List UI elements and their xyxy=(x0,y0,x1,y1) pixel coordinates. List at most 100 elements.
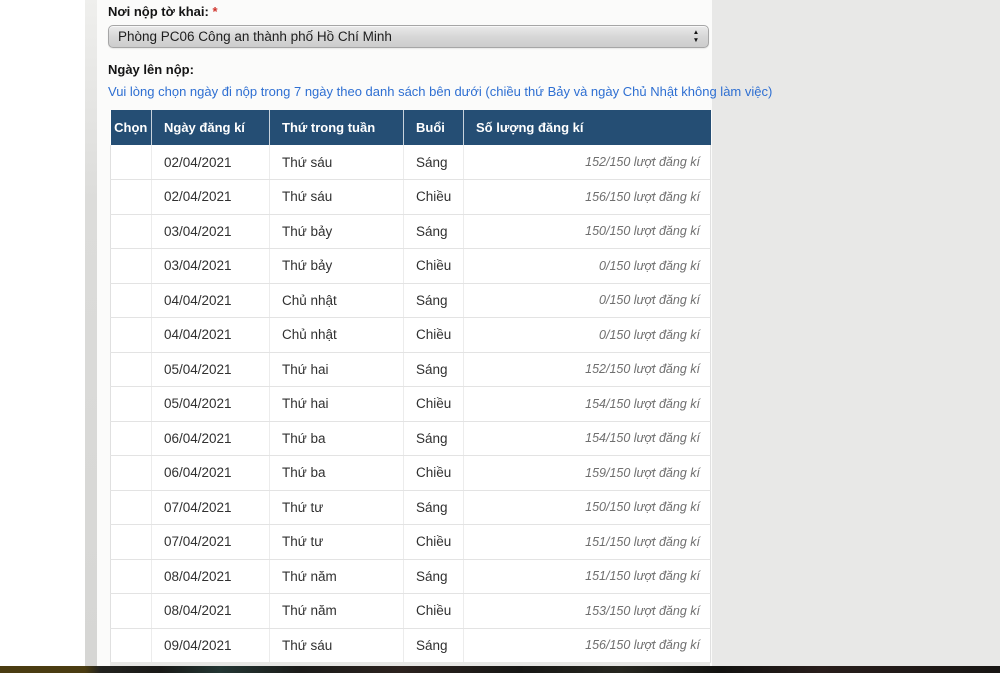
submission-place-value: Phòng PC06 Công an thành phố Hồ Chí Minh xyxy=(118,29,392,44)
session-cell: Chiều xyxy=(403,593,464,629)
bottom-dark-strip xyxy=(0,666,1000,673)
choose-cell[interactable] xyxy=(110,352,152,387)
schedule-row[interactable]: 07/04/2021 Thứ tư Chiều 151/150 lượt đăn… xyxy=(110,524,711,560)
schedule-row[interactable]: 03/04/2021 Thứ bảy Sáng 150/150 lượt đăn… xyxy=(110,214,711,249)
session-cell: Sáng xyxy=(403,490,464,525)
place-label-text: Nơi nộp tờ khai: xyxy=(108,4,209,19)
submission-place-select[interactable]: Phòng PC06 Công an thành phố Hồ Chí Minh… xyxy=(108,25,709,48)
choose-cell[interactable] xyxy=(110,490,152,525)
choose-cell[interactable] xyxy=(110,248,152,284)
session-cell: Sáng xyxy=(403,145,464,180)
count-cell: 150/150 lượt đăng kí xyxy=(463,490,711,525)
choose-cell[interactable] xyxy=(110,455,152,491)
session-cell: Sáng xyxy=(403,283,464,318)
stepper-down-glyph: ▼ xyxy=(692,36,700,44)
schedule-row[interactable]: 09/04/2021 Thứ sáu Sáng 156/150 lượt đăn… xyxy=(110,628,711,663)
schedule-row[interactable]: 03/04/2021 Thứ bảy Chiều 0/150 lượt đăng… xyxy=(110,248,711,284)
header-cell: Số lượng đăng kí xyxy=(463,110,711,145)
date-cell: 05/04/2021 xyxy=(151,386,270,422)
choose-cell[interactable] xyxy=(110,145,152,180)
page: Nơi nộp tờ khai: * Phòng PC06 Công an th… xyxy=(0,0,1000,673)
weekday-cell: Thứ hai xyxy=(269,352,404,387)
session-cell: Chiều xyxy=(403,179,464,215)
stepper-up-glyph: ▲ xyxy=(692,29,700,36)
date-cell: 06/04/2021 xyxy=(151,455,270,491)
choose-cell[interactable] xyxy=(110,214,152,249)
schedule-row[interactable]: 06/04/2021 Thứ ba Chiều 159/150 lượt đăn… xyxy=(110,455,711,491)
schedule-row[interactable]: 04/04/2021 Chủ nhật Sáng 0/150 lượt đăng… xyxy=(110,283,711,318)
weekday-cell: Thứ hai xyxy=(269,386,404,422)
header-cell: Ngày đăng kí xyxy=(151,110,270,145)
session-cell: Chiều xyxy=(403,524,464,560)
schedule-row[interactable]: 05/04/2021 Thứ hai Sáng 152/150 lượt đăn… xyxy=(110,352,711,387)
weekday-cell: Thứ ba xyxy=(269,421,404,456)
header-cell: Thứ trong tuần xyxy=(269,110,404,145)
schedule-row[interactable]: 05/04/2021 Thứ hai Chiều 154/150 lượt đă… xyxy=(110,386,711,422)
session-cell: Sáng xyxy=(403,628,464,663)
choose-cell[interactable] xyxy=(110,421,152,456)
count-cell: 159/150 lượt đăng kí xyxy=(463,455,711,491)
schedule-row[interactable]: 08/04/2021 Thứ năm Sáng 151/150 lượt đăn… xyxy=(110,559,711,594)
select-stepper-icon: ▲ ▼ xyxy=(689,29,703,44)
choose-cell[interactable] xyxy=(110,386,152,422)
session-cell: Chiều xyxy=(403,386,464,422)
weekday-cell: Thứ ba xyxy=(269,455,404,491)
date-cell: 02/04/2021 xyxy=(151,179,270,215)
place-label: Nơi nộp tờ khai: * xyxy=(108,4,218,19)
weekday-cell: Thứ bảy xyxy=(269,248,404,284)
weekday-cell: Thứ sáu xyxy=(269,628,404,663)
date-cell: 08/04/2021 xyxy=(151,559,270,594)
count-cell: 154/150 lượt đăng kí xyxy=(463,386,711,422)
count-cell: 153/150 lượt đăng kí xyxy=(463,593,711,629)
schedule-table-body: 02/04/2021 Thứ sáu Sáng 152/150 lượt đăn… xyxy=(110,145,711,663)
weekday-cell: Thứ bảy xyxy=(269,214,404,249)
date-cell: 04/04/2021 xyxy=(151,317,270,353)
weekday-cell: Thứ tư xyxy=(269,490,404,525)
count-cell: 0/150 lượt đăng kí xyxy=(463,283,711,318)
session-cell: Sáng xyxy=(403,352,464,387)
date-label: Ngày lên nộp: xyxy=(108,62,194,77)
schedule-table: Chọn Ngày đăng kí Thứ trong tuần Buổi Số lượ… xyxy=(110,110,711,663)
count-cell: 0/150 lượt đăng kí xyxy=(463,317,711,353)
page-background xyxy=(712,0,1000,666)
weekday-cell: Chủ nhật xyxy=(269,283,404,318)
schedule-row[interactable]: 02/04/2021 Thứ sáu Sáng 152/150 lượt đăn… xyxy=(110,145,711,180)
count-cell: 151/150 lượt đăng kí xyxy=(463,524,711,560)
schedule-row[interactable]: 02/04/2021 Thứ sáu Chiều 156/150 lượt đă… xyxy=(110,179,711,215)
schedule-row[interactable]: 08/04/2021 Thứ năm Chiều 153/150 lượt đă… xyxy=(110,593,711,629)
choose-cell[interactable] xyxy=(110,179,152,215)
weekday-cell: Thứ sáu xyxy=(269,145,404,180)
date-cell: 04/04/2021 xyxy=(151,283,270,318)
count-cell: 154/150 lượt đăng kí xyxy=(463,421,711,456)
weekday-cell: Thứ sáu xyxy=(269,179,404,215)
choose-cell[interactable] xyxy=(110,283,152,318)
schedule-table-header: Chọn Ngày đăng kí Thứ trong tuần Buổi Số lượ… xyxy=(110,110,711,145)
date-cell: 09/04/2021 xyxy=(151,628,270,663)
weekday-cell: Thứ tư xyxy=(269,524,404,560)
count-cell: 156/150 lượt đăng kí xyxy=(463,628,711,663)
choose-cell[interactable] xyxy=(110,317,152,353)
weekday-cell: Thứ năm xyxy=(269,593,404,629)
schedule-row[interactable]: 04/04/2021 Chủ nhật Chiều 0/150 lượt đăn… xyxy=(110,317,711,353)
schedule-row[interactable]: 07/04/2021 Thứ tư Sáng 150/150 lượt đăng… xyxy=(110,490,711,525)
choose-cell[interactable] xyxy=(110,593,152,629)
choose-cell[interactable] xyxy=(110,559,152,594)
date-cell: 03/04/2021 xyxy=(151,248,270,284)
date-cell: 06/04/2021 xyxy=(151,421,270,456)
count-cell: 151/150 lượt đăng kí xyxy=(463,559,711,594)
date-cell: 03/04/2021 xyxy=(151,214,270,249)
schedule-row[interactable]: 06/04/2021 Thứ ba Sáng 154/150 lượt đăng… xyxy=(110,421,711,456)
header-row: Chọn Ngày đăng kí Thứ trong tuần Buổi Số lượ… xyxy=(110,110,711,145)
date-cell: 02/04/2021 xyxy=(151,145,270,180)
date-cell: 05/04/2021 xyxy=(151,352,270,387)
header-cell: Chọn xyxy=(110,110,152,145)
date-cell: 07/04/2021 xyxy=(151,490,270,525)
count-cell: 156/150 lượt đăng kí xyxy=(463,179,711,215)
session-cell: Chiều xyxy=(403,248,464,284)
header-cell: Buổi xyxy=(403,110,464,145)
weekday-cell: Chủ nhật xyxy=(269,317,404,353)
choose-cell[interactable] xyxy=(110,524,152,560)
note-text: Vui lòng chọn ngày đi nộp trong 7 ngày t… xyxy=(108,84,773,99)
session-cell: Sáng xyxy=(403,421,464,456)
choose-cell[interactable] xyxy=(110,628,152,663)
